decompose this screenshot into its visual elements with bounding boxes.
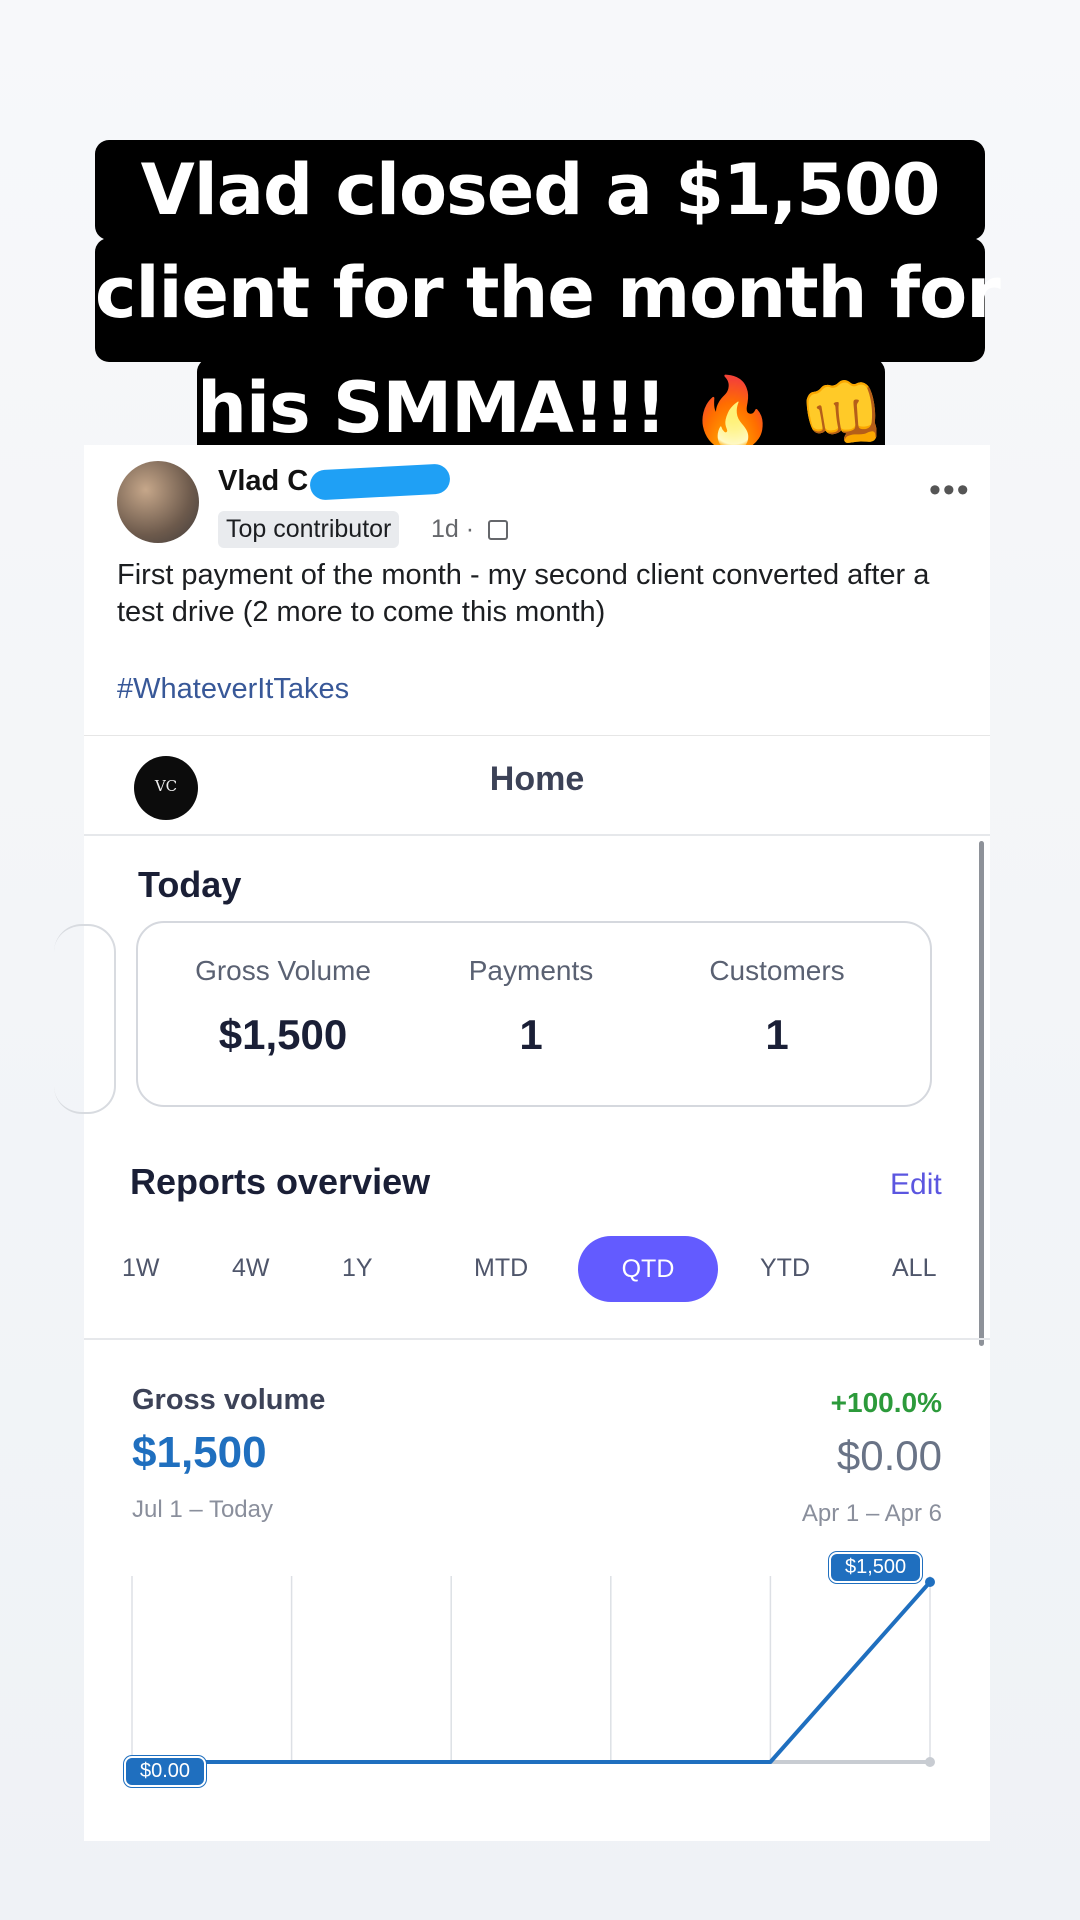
post-text: First payment of the month - my second c… [117, 559, 930, 628]
chart-point-current-end [925, 1577, 935, 1587]
app-header: VC Home [84, 736, 990, 836]
caption-text-2: client for the month for [95, 252, 1001, 334]
chart-end-label: $1,500 [829, 1552, 923, 1583]
chart-start-label: $0.00 [124, 1756, 207, 1787]
range-1w[interactable]: 1W [122, 1254, 160, 1283]
range-4w[interactable]: 4W [232, 1254, 270, 1283]
range-ytd[interactable]: YTD [760, 1254, 810, 1283]
page-title: Home [489, 760, 585, 798]
range-1y[interactable]: 1Y [342, 1254, 373, 1283]
previous-period-value: $0.00 [836, 1432, 942, 1479]
edit-button[interactable]: Edit [890, 1168, 942, 1202]
range-qtd[interactable]: QTD [578, 1236, 718, 1302]
range-all[interactable]: ALL [892, 1254, 936, 1283]
caption-text-3: his SMMA!!! [197, 367, 667, 449]
section-divider [84, 1338, 990, 1340]
stat-customers: Customers 1 [652, 955, 902, 1059]
gross-volume-value: $1,500 [132, 1428, 267, 1477]
stat-value: 1 [765, 1011, 789, 1058]
post-time[interactable]: 1d · [431, 515, 474, 544]
previous-period-range: Apr 1 – Apr 6 [801, 1500, 942, 1527]
range-selector: 1W 4W 1Y MTD QTD YTD ALL [84, 1236, 990, 1306]
redaction-scribble [309, 463, 451, 501]
gross-volume-chart[interactable]: $0.00 $1,500 [124, 1552, 944, 1787]
group-audience-icon [488, 520, 508, 540]
today-stats-card[interactable]: Gross Volume $1,500 Payments 1 Customers… [136, 921, 932, 1107]
today-heading: Today [138, 864, 242, 905]
gross-volume-change: +100.0% [830, 1387, 942, 1418]
stat-label: Payments [468, 955, 594, 986]
gross-volume-period: Jul 1 – Today [132, 1496, 273, 1523]
stat-label: Customers [709, 955, 845, 986]
embedded-app-screenshot: VC Home Today Gross Volume $1,500 Paymen… [54, 735, 990, 1841]
top-contributor-badge: Top contributor [218, 511, 400, 548]
gross-volume-label: Gross volume [132, 1384, 326, 1416]
author-avatar[interactable] [117, 461, 199, 543]
stat-payments: Payments 1 [406, 955, 656, 1059]
range-mtd[interactable]: MTD [474, 1254, 528, 1283]
chart-svg [131, 1576, 935, 1767]
stat-label: Gross Volume [195, 955, 371, 986]
caption-text-1: Vlad closed a $1,500 [140, 149, 941, 231]
stat-value: $1,500 [218, 1011, 348, 1058]
previous-card-edge[interactable] [54, 924, 116, 1114]
caption-line-2: client for the month for [95, 238, 1001, 362]
stat-gross-volume: Gross Volume $1,500 [158, 955, 408, 1059]
post-card: Vlad C Top contributor 1d · ••• First pa… [54, 445, 990, 1841]
caption-line-1: Vlad closed a $1,500 [95, 140, 985, 240]
author-name[interactable]: Vlad C [218, 465, 308, 498]
reports-overview-heading: Reports overview [130, 1161, 431, 1202]
more-options-button[interactable]: ••• [929, 471, 971, 510]
hashtag-link[interactable]: #WhateverItTakes [117, 673, 349, 706]
chart-point-previous-end [925, 1757, 935, 1767]
stat-value: 1 [519, 1011, 543, 1058]
series-line-current [132, 1580, 932, 1764]
